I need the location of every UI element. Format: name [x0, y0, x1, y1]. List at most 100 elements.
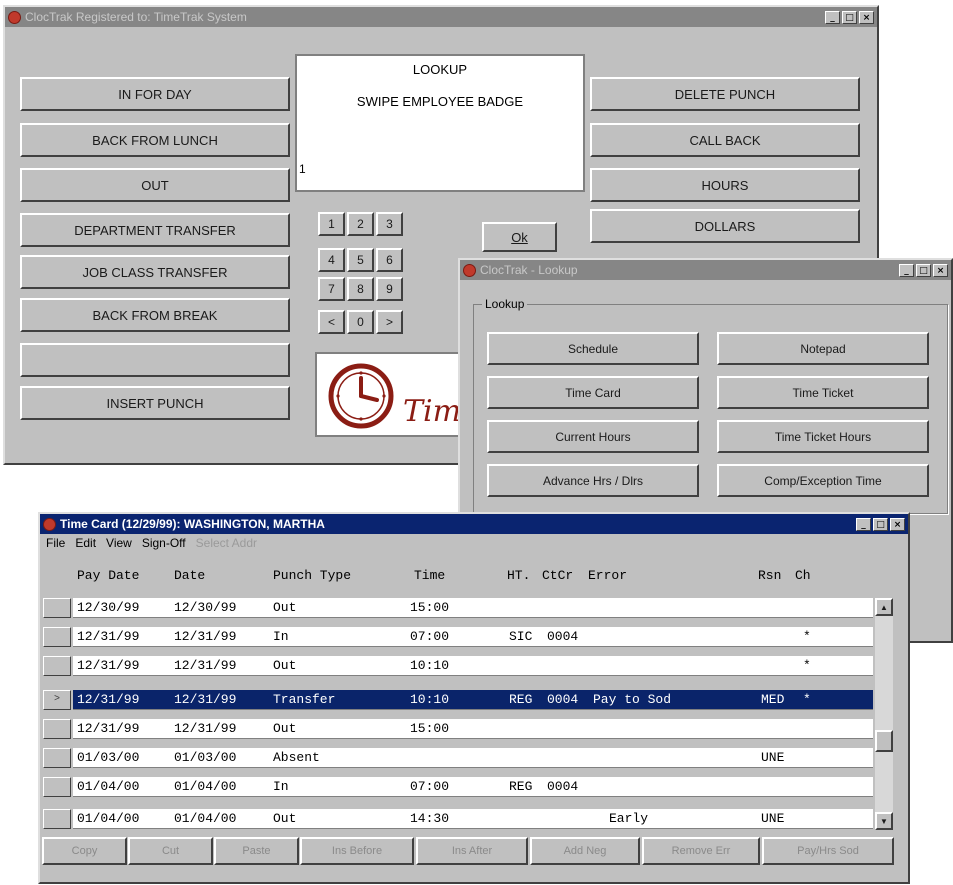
- scroll-down-button[interactable]: ▼: [875, 812, 893, 830]
- cell-ctcr: 0004: [547, 779, 579, 794]
- keypad-3[interactable]: 3: [376, 212, 403, 236]
- call-back-button[interactable]: CALL BACK: [590, 123, 860, 157]
- maximize-button[interactable]: □: [916, 263, 931, 277]
- table-row[interactable]: 01/04/00 01/04/00 Out 14:30 Early UNE: [73, 809, 873, 829]
- delete-punch-button[interactable]: DELETE PUNCH: [590, 77, 860, 111]
- keypad-5[interactable]: 5: [347, 248, 374, 272]
- main-titlebar[interactable]: ClocTrak Registered to: TimeTrak System …: [5, 7, 877, 27]
- keypad-0[interactable]: 0: [347, 310, 374, 334]
- menu-sign-off[interactable]: Sign-Off: [142, 536, 186, 550]
- table-row[interactable]: 12/30/99 12/30/99 Out 15:00: [73, 598, 873, 618]
- menu-select-addr: Select Addr: [195, 536, 258, 550]
- table-row[interactable]: 12/31/99 12/31/99 Out 15:00: [73, 719, 873, 739]
- comp-exception-time-button[interactable]: Comp/Exception Time: [717, 464, 929, 497]
- col-ctcr[interactable]: CtCr: [542, 568, 573, 583]
- row-header[interactable]: [43, 809, 71, 829]
- table-row-selected[interactable]: 12/31/99 12/31/99 Transfer 10:10 REG 000…: [73, 690, 873, 710]
- scroll-thumb[interactable]: [875, 730, 893, 752]
- menu-file[interactable]: File: [46, 536, 65, 550]
- keypad-2[interactable]: 2: [347, 212, 374, 236]
- timecard-scrollbar[interactable]: [875, 598, 893, 830]
- out-button[interactable]: OUT: [20, 168, 290, 202]
- time-ticket-hours-button[interactable]: Time Ticket Hours: [717, 420, 929, 453]
- cell-error: Pay to Sod: [593, 692, 672, 707]
- col-error[interactable]: Error: [588, 568, 627, 583]
- pay-hrs-sod-button[interactable]: Pay/Hrs Sod: [762, 837, 894, 865]
- row-header[interactable]: [43, 719, 71, 739]
- add-neg-button[interactable]: Add Neg: [530, 837, 640, 865]
- timecard-menubar: File Edit View Sign-Off Select Addr: [46, 536, 257, 550]
- keypad-7[interactable]: 7: [318, 277, 345, 301]
- close-button[interactable]: ×: [859, 10, 874, 24]
- hours-button[interactable]: HOURS: [590, 168, 860, 202]
- blank-button[interactable]: [20, 343, 290, 377]
- notepad-button[interactable]: Notepad: [717, 332, 929, 365]
- timecard-titlebar[interactable]: Time Card (12/29/99): WASHINGTON, MARTHA…: [40, 514, 908, 534]
- table-row[interactable]: 01/03/00 01/03/00 Absent UNE: [73, 748, 873, 768]
- table-row[interactable]: 12/31/99 12/31/99 Out 10:10 *: [73, 656, 873, 676]
- paste-button[interactable]: Paste: [214, 837, 299, 865]
- row-header[interactable]: [43, 777, 71, 797]
- menu-edit[interactable]: Edit: [75, 536, 96, 550]
- minimize-button[interactable]: _: [856, 517, 871, 531]
- cell-time: 07:00: [410, 779, 450, 794]
- keypad-6[interactable]: 6: [376, 248, 403, 272]
- copy-button[interactable]: Copy: [42, 837, 127, 865]
- row-header[interactable]: [43, 627, 71, 647]
- ok-button[interactable]: Ok: [482, 222, 557, 252]
- advance-hrs-dlrs-button[interactable]: Advance Hrs / Dlrs: [487, 464, 699, 497]
- keypad-back[interactable]: <: [318, 310, 345, 334]
- scroll-up-button[interactable]: ▲: [875, 598, 893, 616]
- lookup-titlebar[interactable]: ClocTrak - Lookup _ □ ×: [460, 260, 951, 280]
- display-entry: 1: [299, 162, 306, 176]
- table-row[interactable]: 12/31/99 12/31/99 In 07:00 SIC 0004 *: [73, 627, 873, 647]
- row-header-selected[interactable]: >: [43, 690, 71, 710]
- cell-ch: *: [803, 692, 811, 707]
- maximize-button[interactable]: □: [842, 10, 857, 24]
- close-button[interactable]: ×: [933, 263, 948, 277]
- time-ticket-button[interactable]: Time Ticket: [717, 376, 929, 409]
- row-header[interactable]: [43, 748, 71, 768]
- minimize-button[interactable]: _: [899, 263, 914, 277]
- keypad-8[interactable]: 8: [347, 277, 374, 301]
- current-hours-button[interactable]: Current Hours: [487, 420, 699, 453]
- keypad-4[interactable]: 4: [318, 248, 345, 272]
- cell-pay-date: 12/31/99: [77, 658, 140, 673]
- department-transfer-button[interactable]: DEPARTMENT TRANSFER: [20, 213, 290, 247]
- logo-text: Tim: [403, 394, 462, 429]
- col-ht[interactable]: HT.: [507, 568, 530, 583]
- in-for-day-button[interactable]: IN FOR DAY: [20, 77, 290, 111]
- job-class-transfer-button[interactable]: JOB CLASS TRANSFER: [20, 255, 290, 289]
- col-pay-date[interactable]: Pay Date: [77, 568, 139, 583]
- ins-before-button[interactable]: Ins Before: [300, 837, 414, 865]
- time-card-button[interactable]: Time Card: [487, 376, 699, 409]
- ins-after-button[interactable]: Ins After: [416, 837, 528, 865]
- insert-punch-button[interactable]: INSERT PUNCH: [20, 386, 290, 420]
- col-time[interactable]: Time: [414, 568, 445, 583]
- col-rsn[interactable]: Rsn: [758, 568, 781, 583]
- cell-time: 07:00: [410, 629, 450, 644]
- keypad-9[interactable]: 9: [376, 277, 403, 301]
- back-from-lunch-button[interactable]: BACK FROM LUNCH: [20, 123, 290, 157]
- keypad-1[interactable]: 1: [318, 212, 345, 236]
- dollars-button[interactable]: DOLLARS: [590, 209, 860, 243]
- cut-button[interactable]: Cut: [128, 837, 213, 865]
- col-date[interactable]: Date: [174, 568, 205, 583]
- cell-date: 01/03/00: [174, 750, 237, 765]
- row-header[interactable]: [43, 598, 71, 618]
- row-header[interactable]: [43, 656, 71, 676]
- remove-err-button[interactable]: Remove Err: [642, 837, 760, 865]
- close-button[interactable]: ×: [890, 517, 905, 531]
- minimize-button[interactable]: _: [825, 10, 840, 24]
- schedule-button[interactable]: Schedule: [487, 332, 699, 365]
- back-from-break-button[interactable]: BACK FROM BREAK: [20, 298, 290, 332]
- table-row[interactable]: 01/04/00 01/04/00 In 07:00 REG 0004: [73, 777, 873, 797]
- cell-punch: Transfer: [273, 692, 336, 707]
- keypad-forward[interactable]: >: [376, 310, 403, 334]
- col-ch[interactable]: Ch: [795, 568, 811, 583]
- cell-pay-date: 12/31/99: [77, 629, 140, 644]
- menu-view[interactable]: View: [106, 536, 132, 550]
- maximize-button[interactable]: □: [873, 517, 888, 531]
- selected-row-marker: >: [53, 694, 60, 705]
- col-punch-type[interactable]: Punch Type: [273, 568, 351, 583]
